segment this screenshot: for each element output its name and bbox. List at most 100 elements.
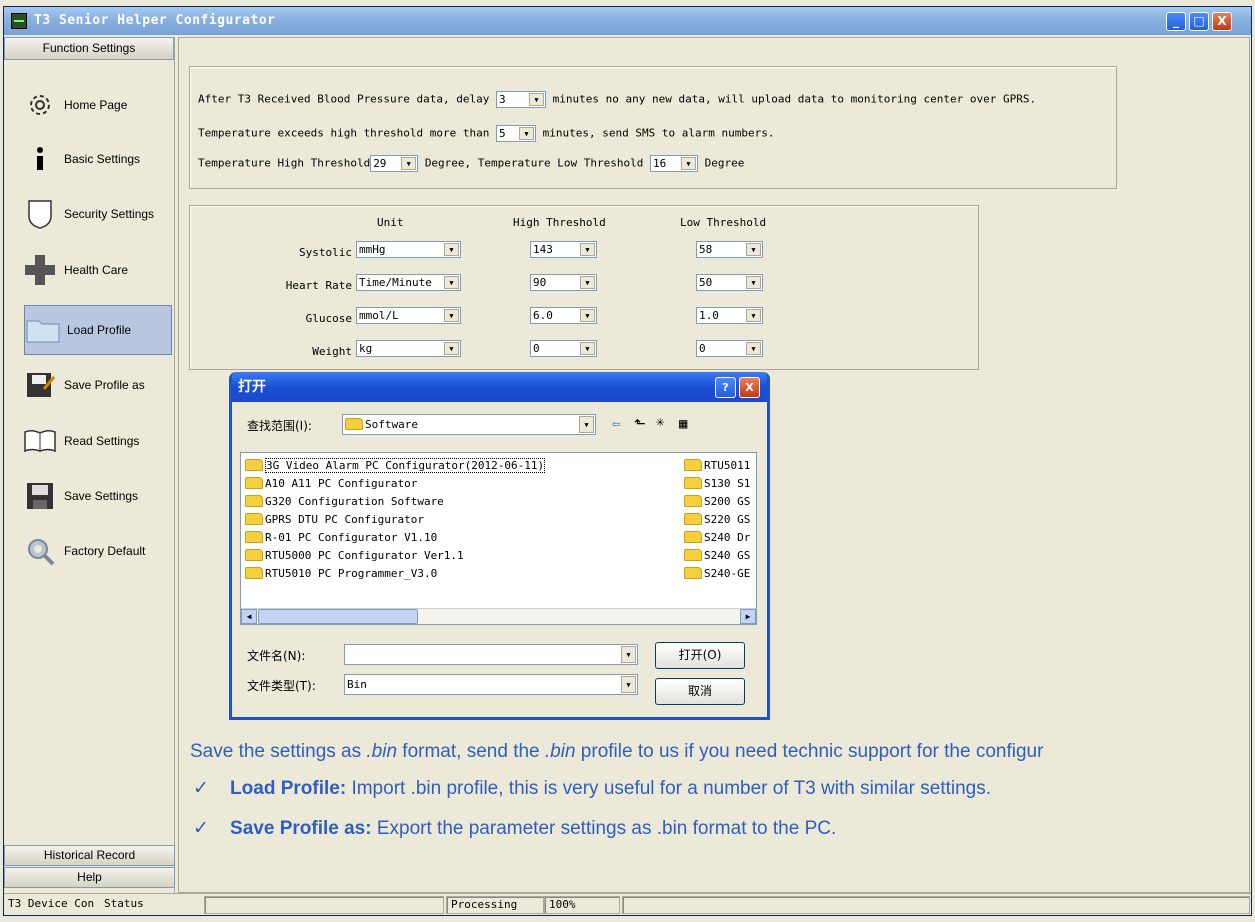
glucose-low-select[interactable]: 1.0 ▼: [696, 307, 763, 324]
sidebar-item-health-care[interactable]: Health Care: [22, 248, 170, 292]
systolic-unit-select[interactable]: mmHg ▼: [356, 241, 461, 258]
list-item[interactable]: S240 GS: [684, 547, 750, 564]
list-item[interactable]: 3G Video Alarm PC Configurator(2012-06-1…: [245, 457, 546, 474]
look-in-select[interactable]: Software ▼: [342, 414, 596, 435]
view-menu-icon[interactable]: ▦: [679, 416, 687, 432]
temp-low-select[interactable]: 16 ▼: [649, 155, 698, 172]
temp-exceed-label: Temperature exceeds high threshold more …: [198, 126, 490, 140]
folder-icon: [245, 513, 263, 525]
scrollbar-thumb[interactable]: [258, 609, 418, 624]
unit-header: Unit: [377, 216, 404, 229]
chevron-down-icon: ▼: [529, 93, 545, 106]
list-item[interactable]: RTU5010 PC Programmer_V3.0: [245, 565, 437, 582]
new-folder-icon[interactable]: ✳: [656, 414, 664, 430]
back-icon[interactable]: ⇦: [612, 416, 620, 432]
folder-icon: [25, 314, 61, 346]
chevron-down-icon: ▼: [580, 276, 595, 289]
list-item[interactable]: RTU5000 PC Configurator Ver1.1: [245, 547, 464, 564]
close-button[interactable]: X: [1212, 12, 1232, 31]
filetype-select[interactable]: Bin ▼: [344, 674, 638, 695]
up-folder-icon[interactable]: ⬑: [634, 416, 646, 432]
folder-icon: [684, 459, 702, 471]
chevron-down-icon: ▼: [579, 416, 594, 433]
wrench-icon: [22, 535, 58, 567]
high-threshold-header: High Threshold: [513, 216, 606, 229]
weight-label: Weight: [312, 345, 352, 358]
scroll-left-icon[interactable]: ◀: [241, 609, 257, 624]
sidebar-item-factory-default[interactable]: Factory Default: [22, 529, 170, 573]
weight-low-select[interactable]: 0 ▼: [696, 340, 763, 357]
folder-icon: [345, 418, 363, 430]
temp-high-select[interactable]: 29 ▼: [370, 155, 419, 172]
filetype-label: 文件类型(T):: [247, 679, 316, 693]
list-item[interactable]: S130 S1: [684, 475, 750, 492]
glucose-high-select[interactable]: 6.0 ▼: [530, 307, 597, 324]
filename-input[interactable]: ▼: [344, 644, 638, 665]
temp-exceed-select[interactable]: 5 ▼: [496, 125, 537, 142]
chevron-down-icon: ▼: [746, 309, 761, 322]
sidebar-item-read-settings[interactable]: Read Settings: [22, 419, 170, 463]
horizontal-scrollbar[interactable]: ◀ ▶: [241, 608, 756, 624]
folder-icon: [684, 549, 702, 561]
heart-rate-low-select[interactable]: 50 ▼: [696, 274, 763, 291]
sidebar-item-save-settings[interactable]: Save Settings: [22, 474, 170, 518]
sidebar-item-label: Security Settings: [64, 207, 155, 221]
sidebar-header-function-settings[interactable]: Function Settings: [4, 37, 174, 60]
sidebar-help[interactable]: Help: [4, 867, 175, 888]
folder-icon: [684, 513, 702, 525]
sidebar-item-save-profile-as[interactable]: Save Profile as: [22, 363, 170, 407]
list-item[interactable]: S220 GS: [684, 511, 750, 528]
folder-icon: [245, 477, 263, 489]
weight-high-select[interactable]: 0 ▼: [530, 340, 597, 357]
systolic-low-select[interactable]: 58 ▼: [696, 241, 763, 258]
cancel-button[interactable]: 取消: [655, 678, 745, 705]
sidebar-item-label: Basic Settings: [64, 152, 141, 166]
chevron-down-icon: ▼: [746, 342, 761, 355]
chevron-down-icon: ▼: [444, 342, 459, 355]
weight-unit-select[interactable]: kg ▼: [356, 340, 461, 357]
list-item[interactable]: RTU5011: [684, 457, 750, 474]
upload-delay-desc: minutes no any new data, will upload dat…: [552, 92, 1037, 106]
file-list[interactable]: 3G Video Alarm PC Configurator(2012-06-1…: [240, 452, 757, 625]
sidebar-item-basic-settings[interactable]: Basic Settings: [22, 137, 170, 181]
list-item[interactable]: G320 Configuration Software: [245, 493, 444, 510]
sidebar-historical-record[interactable]: Historical Record: [4, 845, 175, 866]
doc-bullet-load-profile: ✓ Load Profile: Import .bin profile, thi…: [193, 778, 992, 799]
heart-rate-unit-select[interactable]: Time/Minute ▼: [356, 274, 461, 291]
title-bar[interactable]: T3 Senior Helper Configurator _ □ X: [4, 7, 1251, 35]
list-item[interactable]: S240-GE: [684, 565, 750, 582]
folder-icon: [245, 495, 263, 507]
maximize-button[interactable]: □: [1189, 12, 1209, 31]
sidebar-item-load-profile[interactable]: Load Profile: [24, 305, 172, 355]
upload-delay-select[interactable]: 3 ▼: [496, 91, 547, 108]
open-button[interactable]: 打开(O): [655, 642, 745, 669]
dialog-title[interactable]: 打开: [232, 372, 767, 402]
gprs-settings-group: After T3 Received Blood Pressure data, d…: [189, 66, 1117, 189]
list-item[interactable]: GPRS DTU PC Configurator: [245, 511, 424, 528]
plus-icon: [22, 254, 58, 286]
status-processing: Processing: [446, 896, 544, 914]
sidebar: Function Settings Home Page Basic Settin…: [4, 37, 175, 893]
list-item[interactable]: A10 A11 PC Configurator: [245, 475, 417, 492]
systolic-high-select[interactable]: 143 ▼: [530, 241, 597, 258]
scroll-right-icon[interactable]: ▶: [740, 609, 756, 624]
help-button[interactable]: ?: [715, 377, 736, 398]
heart-rate-high-select[interactable]: 90 ▼: [530, 274, 597, 291]
upload-delay-label: After T3 Received Blood Pressure data, d…: [198, 92, 490, 106]
list-item[interactable]: R-01 PC Configurator V1.10: [245, 529, 437, 546]
checkmark-icon: ✓: [193, 778, 209, 799]
chevron-down-icon: ▼: [401, 157, 417, 170]
list-item[interactable]: S240 Dr: [684, 529, 750, 546]
health-thresholds-group: Unit High Threshold Low Threshold Systol…: [189, 205, 979, 370]
sidebar-item-home-page[interactable]: Home Page: [22, 83, 170, 127]
folder-icon: [684, 495, 702, 507]
temp-exceed-row: Temperature exceeds high threshold more …: [198, 125, 774, 142]
chevron-down-icon: ▼: [444, 309, 459, 322]
minimize-button[interactable]: _: [1166, 12, 1186, 31]
list-item[interactable]: S200 GS: [684, 493, 750, 510]
glucose-unit-select[interactable]: mmol/L ▼: [356, 307, 461, 324]
status-rest: [622, 896, 1250, 914]
temp-threshold-row: Temperature High Threshold 29 ▼ Degree, Te…: [198, 155, 744, 172]
dialog-close-button[interactable]: X: [739, 377, 760, 398]
sidebar-item-security-settings[interactable]: Security Settings: [22, 192, 170, 236]
